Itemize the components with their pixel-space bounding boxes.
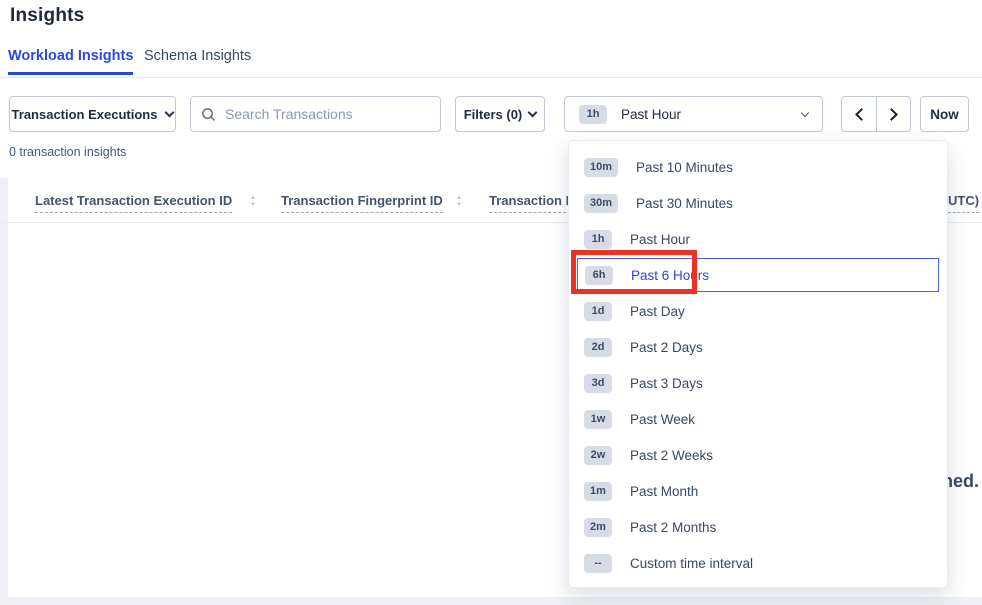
time-option-label: Past 2 Days xyxy=(630,340,703,355)
time-option-past-month[interactable]: 1m Past Month xyxy=(569,473,947,509)
time-option-badge: 10m xyxy=(584,158,618,177)
time-option-label: Past 10 Minutes xyxy=(636,160,733,175)
time-interval-select[interactable]: 1h Past Hour xyxy=(564,96,823,132)
column-header-utc[interactable]: UTC) xyxy=(948,193,979,213)
time-option-custom-time-interval[interactable]: -- Custom time interval xyxy=(569,545,947,581)
time-option-label: Past Day xyxy=(630,304,685,319)
insights-page: Insights Workload Insights Schema Insigh… xyxy=(0,0,982,605)
time-option-label: Past 2 Weeks xyxy=(630,448,713,463)
filters-button[interactable]: Filters (0) xyxy=(455,96,545,132)
time-option-badge: 1d xyxy=(584,302,612,321)
tab-workload-insights[interactable]: Workload Insights xyxy=(8,48,133,64)
time-option-label: Past 30 Minutes xyxy=(636,196,733,211)
time-option-badge: 6h xyxy=(585,266,613,285)
time-option-badge: 1w xyxy=(584,410,612,429)
previous-interval-button[interactable] xyxy=(841,96,876,132)
time-option-label: Past 2 Months xyxy=(630,520,716,535)
time-option-badge: 2w xyxy=(584,446,612,465)
search-icon xyxy=(201,107,216,122)
time-option-past-2-months[interactable]: 2m Past 2 Months xyxy=(569,509,947,545)
column-header-transaction-fingerprint-id[interactable]: Transaction Fingerprint ID xyxy=(281,193,443,213)
tab-bar: Workload Insights Schema Insights xyxy=(0,46,982,78)
now-button-label: Now xyxy=(930,107,959,122)
time-interval-badge: 1h xyxy=(579,105,607,124)
next-interval-button[interactable] xyxy=(876,96,911,132)
transaction-type-select[interactable]: Transaction Executions xyxy=(9,96,176,132)
column-header-latest-transaction-execution-id[interactable]: Latest Transaction Execution ID xyxy=(35,193,232,213)
time-option-label: Past 3 Days xyxy=(630,376,703,391)
sort-asc-icon: ▲ xyxy=(456,195,462,201)
time-option-label: Past Week xyxy=(630,412,695,427)
time-option-past-hour[interactable]: 1h Past Hour xyxy=(569,221,947,257)
chevron-down-icon xyxy=(528,107,538,117)
time-option-past-30-minutes[interactable]: 30m Past 30 Minutes xyxy=(569,185,947,221)
time-interval-dropdown: 10m Past 10 Minutes 30m Past 30 Minutes … xyxy=(568,140,948,588)
time-option-label: Past 6 Hours xyxy=(631,268,709,283)
search-box[interactable] xyxy=(190,96,441,132)
sort-icon[interactable]: ▲ ▼ xyxy=(250,195,256,208)
time-option-label: Past Month xyxy=(630,484,698,499)
time-range-arrows xyxy=(841,96,911,132)
tab-schema-insights[interactable]: Schema Insights xyxy=(144,48,251,64)
time-option-badge: 2d xyxy=(584,338,612,357)
time-option-past-2-weeks[interactable]: 2w Past 2 Weeks xyxy=(569,437,947,473)
now-button[interactable]: Now xyxy=(920,96,969,132)
time-option-badge: -- xyxy=(584,554,612,573)
time-option-past-6-hours[interactable]: 6h Past 6 Hours xyxy=(577,258,939,292)
chevron-down-icon xyxy=(801,108,809,116)
chevron-down-icon xyxy=(165,107,175,117)
time-option-past-week[interactable]: 1w Past Week xyxy=(569,401,947,437)
sort-desc-icon: ▼ xyxy=(456,202,462,208)
sort-desc-icon: ▼ xyxy=(250,202,256,208)
time-option-label: Past Hour xyxy=(630,232,690,247)
time-option-past-10-minutes[interactable]: 10m Past 10 Minutes xyxy=(569,149,947,185)
time-option-badge: 3d xyxy=(584,374,612,393)
insights-count: 0 transaction insights xyxy=(9,145,126,159)
sort-icon[interactable]: ▲ ▼ xyxy=(456,195,462,208)
time-option-badge: 30m xyxy=(584,194,618,213)
time-option-label: Custom time interval xyxy=(630,556,753,571)
time-option-past-day[interactable]: 1d Past Day xyxy=(569,293,947,329)
time-option-past-3-days[interactable]: 3d Past 3 Days xyxy=(569,365,947,401)
time-interval-label: Past Hour xyxy=(621,107,681,122)
filters-button-label: Filters (0) xyxy=(464,107,523,122)
time-option-badge: 2m xyxy=(584,518,612,537)
time-option-past-2-days[interactable]: 2d Past 2 Days xyxy=(569,329,947,365)
time-option-badge: 1h xyxy=(584,230,612,249)
page-edge-bottom xyxy=(0,597,982,605)
transaction-type-select-label: Transaction Executions xyxy=(12,107,158,122)
chevron-right-icon xyxy=(885,108,898,121)
page-title: Insights xyxy=(10,5,84,27)
page-edge-left xyxy=(0,178,8,605)
chevron-left-icon xyxy=(855,108,868,121)
sort-asc-icon: ▲ xyxy=(250,195,256,201)
time-option-badge: 1m xyxy=(584,482,612,501)
search-input[interactable] xyxy=(225,106,430,122)
